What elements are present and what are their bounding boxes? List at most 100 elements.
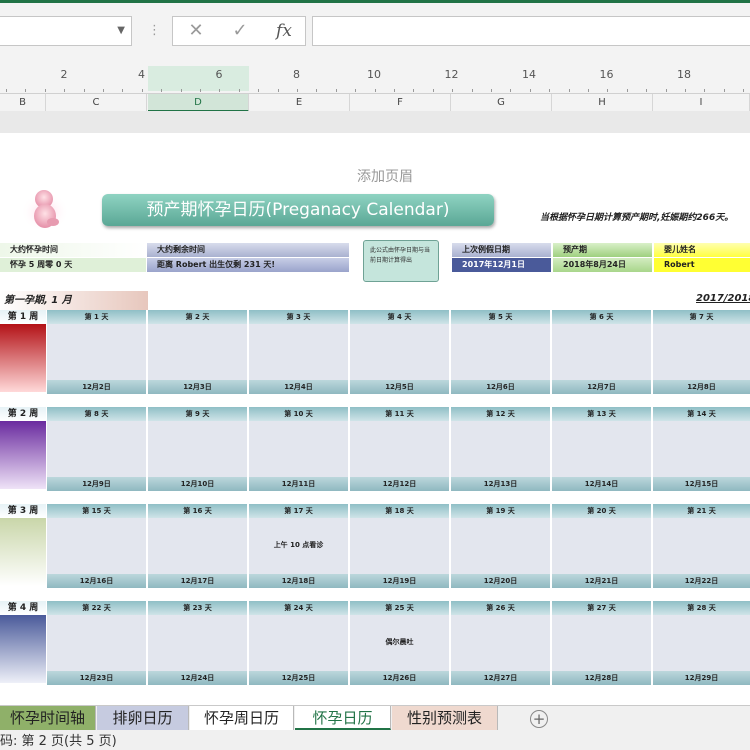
day-header: 第 15 天 — [47, 504, 146, 518]
ruler-mark: 8 — [293, 68, 300, 81]
day-cell[interactable]: 第 18 天 12月19日 — [350, 504, 449, 588]
grip-icon: ⋮ — [148, 23, 161, 38]
day-header: 第 17 天 — [249, 504, 348, 518]
fetus-icon — [21, 190, 69, 232]
ruler-mark: 16 — [599, 68, 614, 81]
sheet-tab[interactable]: 怀孕时间轴 — [0, 706, 96, 730]
day-cell[interactable]: 第 9 天 12月10日 — [148, 407, 247, 491]
day-cell[interactable]: 第 1 天 12月2日 — [47, 310, 146, 394]
column-header-e[interactable]: E — [249, 94, 350, 112]
day-header: 第 9 天 — [148, 407, 247, 421]
ruler-tick — [549, 89, 551, 92]
week-label: 第 1 周 — [0, 310, 46, 324]
cancel-icon[interactable]: ✕ — [181, 20, 211, 42]
day-header: 第 14 天 — [653, 407, 750, 421]
column-header-g[interactable]: G — [451, 94, 552, 112]
column-header-f[interactable]: F — [350, 94, 451, 112]
day-cell[interactable]: 第 3 天 12月4日 — [249, 310, 348, 394]
day-date: 12月14日 — [552, 477, 651, 491]
name-box[interactable]: ▼ — [0, 16, 132, 46]
week-color-bar — [0, 518, 46, 586]
last-period-value: 2017年12月1日 — [452, 258, 551, 272]
day-cell[interactable]: 第 2 天 12月3日 — [148, 310, 247, 394]
day-date: 12月28日 — [552, 671, 651, 685]
day-cell[interactable]: 第 10 天 12月11日 — [249, 407, 348, 491]
day-cell[interactable]: 第 12 天 12月13日 — [451, 407, 550, 491]
chevron-down-icon[interactable]: ▼ — [117, 25, 125, 36]
ruler-tick — [704, 89, 706, 92]
day-cell[interactable]: 第 13 天 12月14日 — [552, 407, 651, 491]
ruler-tick — [122, 89, 124, 92]
day-cell[interactable]: 第 22 天 12月23日 — [47, 601, 146, 685]
column-header-h[interactable]: H — [552, 94, 653, 112]
day-header: 第 10 天 — [249, 407, 348, 421]
column-header-b[interactable]: B — [0, 94, 46, 112]
ruler-tick — [413, 89, 415, 92]
day-cell[interactable]: 第 19 天 12月20日 — [451, 504, 550, 588]
ruler-tick — [568, 89, 570, 92]
ruler-tick — [141, 89, 143, 92]
day-date: 12月27日 — [451, 671, 550, 685]
enter-icon[interactable]: ✓ — [225, 20, 255, 42]
add-sheet-icon[interactable]: + — [530, 710, 548, 728]
day-cell[interactable]: 第 25 天偶尔晨吐 12月26日 — [350, 601, 449, 685]
day-cell[interactable]: 第 28 天 12月29日 — [653, 601, 750, 685]
day-header: 第 11 天 — [350, 407, 449, 421]
day-cell[interactable]: 第 17 天上午 10 点看诊 12月18日 — [249, 504, 348, 588]
day-cell[interactable]: 第 7 天 12月8日 — [653, 310, 750, 394]
day-cell[interactable]: 第 26 天 12月27日 — [451, 601, 550, 685]
day-date: 12月10日 — [148, 477, 247, 491]
day-note: 偶尔晨吐 — [385, 638, 414, 646]
due-date-label: 预产期 — [553, 243, 652, 257]
day-date: 12月22日 — [653, 574, 750, 588]
day-header: 第 6 天 — [552, 310, 651, 324]
ruler-tick — [588, 89, 589, 92]
day-cell[interactable]: 第 24 天 12月25日 — [249, 601, 348, 685]
day-cell[interactable]: 第 11 天 12月12日 — [350, 407, 449, 491]
sheet-tab[interactable]: 性别预测表 — [392, 706, 498, 730]
status-bar: 码: 第 2 页(共 5 页) — [0, 733, 750, 750]
day-cell[interactable]: 第 23 天 12月24日 — [148, 601, 247, 685]
sheet-tab[interactable]: 怀孕日历 — [295, 706, 391, 730]
column-header-d[interactable]: D — [148, 94, 249, 112]
day-date: 12月19日 — [350, 574, 449, 588]
ruler-tick — [83, 89, 85, 92]
day-cell[interactable]: 第 5 天 12月6日 — [451, 310, 550, 394]
day-cell[interactable]: 第 15 天 12月16日 — [47, 504, 146, 588]
day-cell[interactable]: 第 20 天 12月21日 — [552, 504, 651, 588]
ruler-tick — [44, 89, 46, 92]
ruler-tick — [297, 89, 298, 92]
add-header-placeholder[interactable]: 添加页眉 — [0, 166, 750, 186]
ruler-tick — [161, 89, 163, 92]
day-cell[interactable]: 第 8 天 12月9日 — [47, 407, 146, 491]
ruler-tick — [607, 89, 609, 92]
day-date: 12月9日 — [47, 477, 146, 491]
ruler-tick — [452, 89, 454, 92]
sheet-tab[interactable]: 排卵日历 — [97, 706, 189, 730]
day-header: 第 16 天 — [148, 504, 247, 518]
day-header: 第 13 天 — [552, 407, 651, 421]
ruler-tick — [200, 89, 201, 92]
ruler-tick — [529, 89, 531, 92]
formula-input[interactable] — [312, 16, 750, 46]
formula-note-scroll: 此公式由怀孕日期与当前日期计算得出 — [363, 240, 439, 282]
day-cell[interactable]: 第 4 天 12月5日 — [350, 310, 449, 394]
day-cell[interactable]: 第 21 天 12月22日 — [653, 504, 750, 588]
day-date: 12月15日 — [653, 477, 750, 491]
year-label: 2017/2018 — [696, 293, 750, 304]
day-cell[interactable]: 第 16 天 12月17日 — [148, 504, 247, 588]
sheet-tab[interactable]: 怀孕周日历 — [190, 706, 294, 730]
day-cell[interactable]: 第 27 天 12月28日 — [552, 601, 651, 685]
column-header-c[interactable]: C — [46, 94, 147, 112]
day-header: 第 18 天 — [350, 504, 449, 518]
day-header: 第 22 天 — [47, 601, 146, 615]
insert-function-icon[interactable]: fx — [269, 20, 299, 42]
ruler-mark: 10 — [367, 68, 381, 81]
day-cell[interactable]: 第 6 天 12月7日 — [552, 310, 651, 394]
day-note: 上午 10 点看诊 — [273, 541, 324, 549]
baby-name-label: 婴儿姓名 — [654, 243, 750, 257]
column-header-i[interactable]: I — [653, 94, 750, 112]
day-cell[interactable]: 第 14 天 12月15日 — [653, 407, 750, 491]
remaining-value: 距离 Robert 出生仅剩 231 天! — [147, 258, 349, 272]
week-row: 第 3 周第 15 天 12月16日第 16 天 12月17日第 17 天上午 10… — [0, 504, 750, 590]
